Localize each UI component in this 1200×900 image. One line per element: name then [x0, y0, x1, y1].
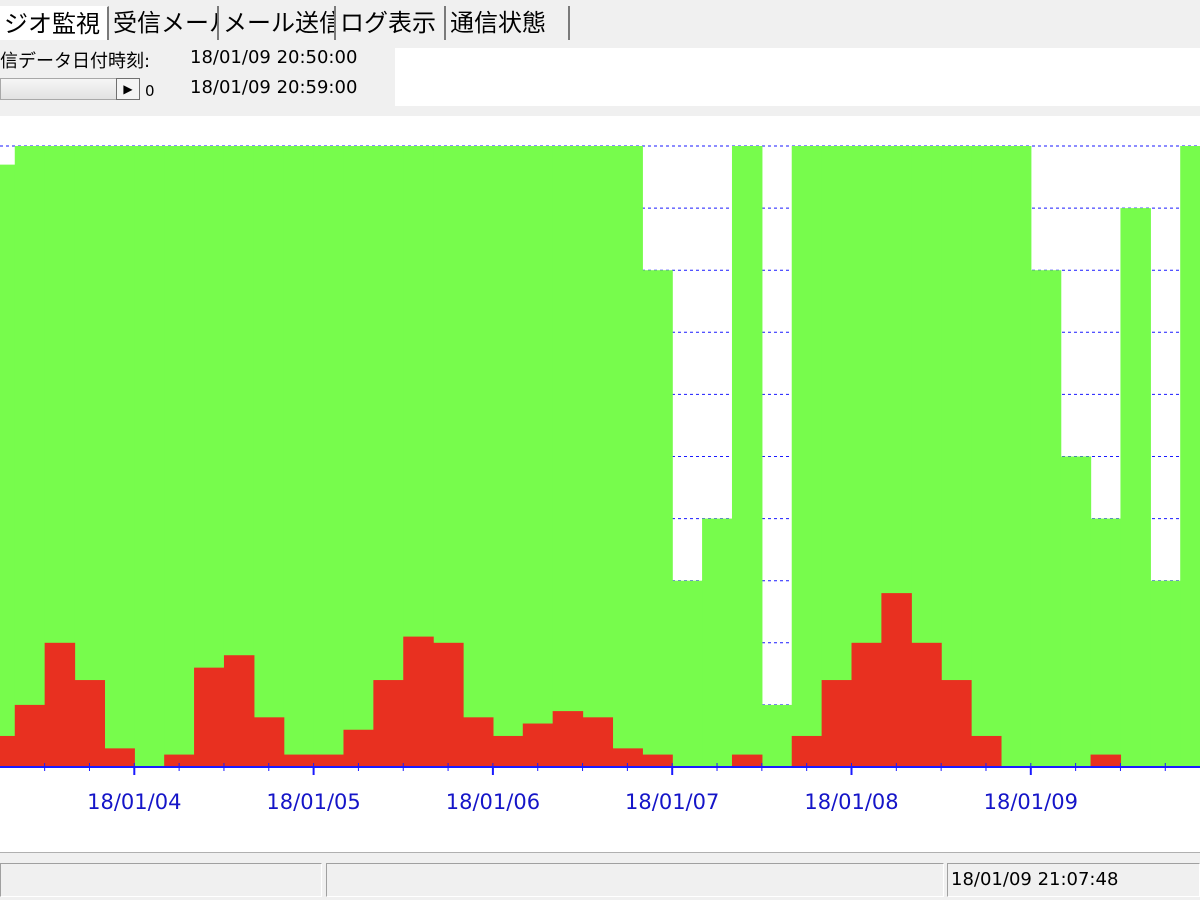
red-area-segment	[14, 704, 46, 767]
tab-send-mail[interactable]: メール送信	[219, 6, 336, 40]
green-area-segment	[14, 146, 46, 767]
x-tick-label: 18/01/05	[266, 790, 360, 814]
red-area-segment	[911, 642, 942, 767]
red-area-segment	[194, 667, 225, 767]
status-pane-1	[0, 863, 322, 897]
green-area-segment	[672, 580, 703, 767]
green-area-segment	[582, 146, 614, 767]
green-area-segment	[642, 270, 673, 767]
green-area-segment	[612, 146, 643, 767]
green-area-segment	[791, 146, 823, 767]
green-area-segment	[821, 146, 853, 767]
red-area-segment	[283, 754, 315, 767]
green-area-segment	[74, 146, 106, 767]
red-area-segment	[731, 754, 763, 767]
red-area-segment	[104, 748, 135, 767]
red-area-segment	[552, 711, 584, 767]
x-tick-label: 18/01/06	[446, 790, 540, 814]
tab-geo-monitor[interactable]: ジオ監視	[0, 6, 109, 40]
green-area-segment	[1120, 208, 1151, 768]
status-pane-2	[326, 863, 944, 897]
status-bar: 18/01/09 21:07:48	[0, 852, 1200, 900]
green-area-segment	[1060, 456, 1092, 767]
red-area-segment	[44, 642, 76, 767]
green-area-segment	[1150, 580, 1181, 767]
green-area-segment	[492, 146, 524, 767]
green-area-segment	[104, 146, 135, 767]
geo-monitor-chart: 01/0318/01/0418/01/0518/01/0618/01/0718/…	[0, 116, 1200, 851]
red-area-segment	[313, 754, 345, 767]
red-area-segment	[851, 642, 882, 767]
x-tick-label: 18/01/09	[984, 790, 1078, 814]
red-area-segment	[642, 754, 673, 767]
red-area-segment	[463, 717, 494, 767]
green-area-segment	[313, 146, 345, 767]
green-area-segment	[761, 704, 793, 767]
green-area-segment	[373, 146, 404, 767]
slider-right-button[interactable]: ▶	[116, 78, 140, 100]
red-area-segment	[522, 723, 554, 767]
green-area-segment	[1030, 270, 1062, 767]
green-area-segment	[731, 146, 763, 767]
tab-log-display[interactable]: ログ表示	[336, 6, 446, 40]
red-area-segment	[373, 680, 404, 767]
green-area-segment	[522, 146, 554, 767]
red-area-segment	[941, 680, 972, 767]
received-datetime-value: 18/01/09 20:50:00	[190, 47, 358, 68]
red-area-segment	[403, 636, 434, 767]
x-tick-label: 18/01/08	[804, 790, 898, 814]
x-tick-label: 18/01/07	[625, 790, 719, 814]
green-area-segment	[343, 146, 374, 767]
green-area-segment	[1090, 518, 1122, 767]
red-area-segment	[223, 655, 255, 767]
received-datetime-label: 信データ日付時刻:	[0, 51, 151, 72]
tab-received-mail[interactable]: 受信メール	[109, 6, 219, 40]
red-area-segment	[0, 735, 16, 767]
green-area-segment	[1180, 146, 1200, 767]
tab-comm-status[interactable]: 通信状態	[446, 6, 570, 40]
second-datetime-value: 18/01/09 20:59:00	[190, 77, 358, 98]
time-slider[interactable]	[0, 78, 118, 100]
red-area-segment	[433, 642, 464, 767]
status-datetime: 18/01/09 21:07:48	[947, 863, 1200, 897]
red-area-segment	[582, 717, 614, 767]
green-area-segment	[463, 146, 494, 767]
green-area-segment	[941, 146, 972, 767]
green-area-segment	[552, 146, 584, 767]
red-area-segment	[881, 593, 912, 767]
red-area-segment	[1090, 754, 1122, 767]
right-arrow-icon: ▶	[123, 82, 133, 96]
message-area	[395, 48, 1200, 106]
red-area-segment	[791, 735, 823, 767]
green-area-segment	[134, 146, 165, 767]
tab-bar: ジオ監視 受信メール メール送信 ログ表示 通信状態	[0, 0, 1200, 44]
chart-svg: 01/0318/01/0418/01/0518/01/0618/01/0718/…	[0, 145, 1200, 814]
green-area-segment	[702, 518, 733, 767]
red-area-segment	[343, 729, 374, 767]
red-area-segment	[74, 680, 106, 767]
red-area-segment	[971, 735, 1002, 767]
green-area-segment	[971, 146, 1002, 767]
x-tick-label: 18/01/04	[87, 790, 181, 814]
green-area-segment	[164, 146, 195, 767]
green-area-segment	[0, 164, 16, 767]
red-area-segment	[253, 717, 285, 767]
info-panel: 信データ日付時刻: 18/01/09 20:50:00 ▶ 0 18/01/09…	[0, 44, 1200, 116]
slider-value: 0	[145, 82, 155, 100]
red-area-segment	[492, 735, 524, 767]
green-area-segment	[283, 146, 315, 767]
red-area-segment	[821, 680, 853, 767]
green-area-segment	[1000, 146, 1032, 767]
green-area-segment	[253, 146, 285, 767]
